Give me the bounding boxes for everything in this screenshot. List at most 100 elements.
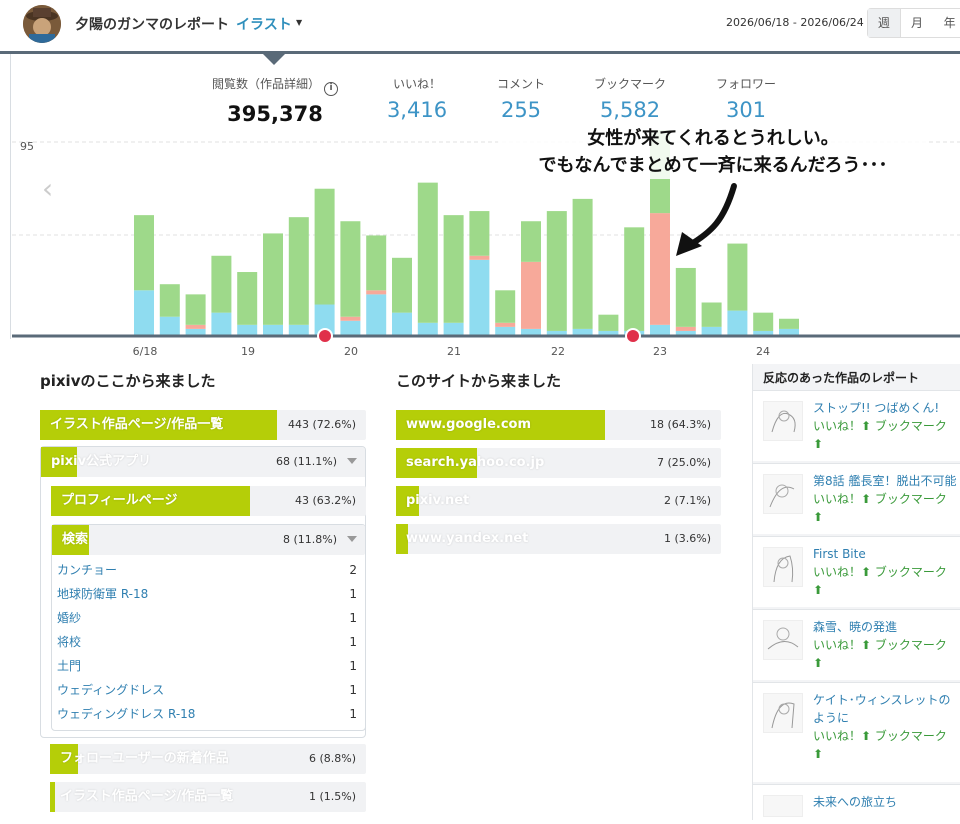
caret-down-icon[interactable]: [347, 458, 357, 464]
bar-segment-green: [263, 233, 283, 325]
bar-segment-green: [134, 215, 154, 291]
site-bar[interactable]: search.yahoo.co.jp 7 (25.0%): [396, 448, 721, 478]
bar-segment-blue: [701, 326, 722, 335]
list-item[interactable]: 地球防衛軍 R-18 1: [57, 582, 365, 606]
bar-segment-green: [521, 221, 541, 262]
work-title[interactable]: ストップ!! つばめくん!: [813, 399, 959, 417]
bar-segment-blue: [185, 328, 206, 335]
work-thumbnail[interactable]: [763, 620, 803, 660]
bar-segment-blue: [546, 330, 567, 335]
stat-label: いいね！: [392, 77, 441, 91]
divider: [10, 54, 11, 339]
referrer-bar[interactable]: イラスト作品ページ/作品一覧 443 (72.6%): [40, 410, 366, 440]
info-icon[interactable]: i: [324, 82, 338, 96]
bar-label: フォローユーザーの新着作品: [60, 751, 229, 766]
bar-segment-pink: [366, 290, 387, 295]
y-tick-label: 95: [20, 140, 34, 153]
keyword: 婚紗: [57, 611, 82, 625]
bar-label: イラスト作品ページ/作品一覧: [60, 789, 234, 804]
bar-segment-blue: [392, 312, 412, 335]
site-bar[interactable]: www.google.com 18 (64.3%): [396, 410, 721, 440]
bar-segment-blue: [495, 326, 516, 335]
bar-segment-green: [417, 182, 438, 323]
work-report-item[interactable]: 未来への旅立ち: [753, 784, 960, 824]
chevron-left-icon[interactable]: ‹: [42, 172, 53, 205]
bar-segment-pink: [340, 316, 361, 321]
bar-segment-green: [237, 272, 258, 325]
list-item[interactable]: ウェディングドレス 1: [57, 678, 365, 702]
stat-value: 395,378: [227, 102, 323, 126]
bar-segment-pink: [521, 261, 541, 329]
work-title[interactable]: 森雪、暁の発進: [813, 618, 959, 636]
work-title[interactable]: 未来への旅立ち: [813, 793, 959, 811]
work-thumbnail[interactable]: [763, 401, 803, 441]
bar-segment-blue: [727, 310, 748, 335]
bar-segment-green: [469, 211, 490, 256]
work-type-dropdown[interactable]: イラスト: [236, 14, 292, 34]
stat-value: 3,416: [386, 98, 448, 122]
bar-segment-green: [159, 284, 180, 317]
work-title[interactable]: 第8話 艦長室！脱出不可能: [813, 472, 959, 490]
work-stats: いいね！⬆ ブックマーク⬆: [813, 565, 947, 597]
active-stat-pointer: [263, 54, 285, 65]
work-thumbnail[interactable]: [763, 693, 803, 733]
work-title[interactable]: ケイト･ウィンスレットのように: [813, 691, 959, 727]
list-item[interactable]: 土門 1: [57, 654, 365, 678]
avatar[interactable]: [23, 5, 61, 43]
keyword-count: 2: [349, 563, 357, 577]
work-report-item[interactable]: 第8話 艦長室！脱出不可能 いいね！⬆ ブックマーク⬆: [753, 463, 960, 534]
bar-segment-green: [366, 235, 387, 291]
stat-followers[interactable]: フォロワー 301: [706, 75, 786, 122]
period-switch: 週 月 年: [867, 8, 960, 38]
work-thumbnail[interactable]: [763, 795, 803, 817]
list-item[interactable]: 将校 1: [57, 630, 365, 654]
stat-comments[interactable]: コメント 255: [485, 75, 557, 122]
stat-label: フォロワー: [715, 77, 776, 91]
period-week-tab[interactable]: 週: [868, 9, 901, 37]
x-tick-label: 23: [653, 345, 667, 358]
bar-value: 7 (25.0%): [656, 456, 711, 469]
site-bar[interactable]: pixiv.net 2 (7.1%): [396, 486, 721, 516]
app-children: プロフィールページ 43 (63.2%) 検索 8 (11.8%) カンチョー 2…: [41, 477, 366, 731]
caret-down-icon[interactable]: ▼: [296, 18, 302, 27]
event-marker: [625, 328, 641, 344]
site-referrers: このサイトから来ました www.google.com 18 (64.3%) se…: [396, 370, 721, 554]
bar-segment-blue: [675, 330, 696, 335]
work-title[interactable]: First Bite: [813, 545, 959, 563]
bar-segment-blue: [572, 328, 593, 335]
period-month-tab[interactable]: 月: [901, 9, 934, 37]
stat-label: ブックマーク: [593, 77, 666, 91]
keyword: カンチョー: [57, 563, 118, 577]
bar-value: 2 (7.1%): [663, 494, 711, 507]
referrer-bar[interactable]: プロフィールページ 43 (63.2%): [51, 486, 366, 516]
work-report-item[interactable]: ストップ!! つばめくん! いいね！⬆ ブックマーク⬆: [753, 390, 960, 461]
work-thumbnail[interactable]: [763, 474, 803, 514]
bar-segment-green: [546, 211, 567, 331]
list-item[interactable]: カンチョー 2: [57, 558, 365, 582]
referrer-bar[interactable]: フォローユーザーの新着作品 6 (8.8%): [50, 744, 366, 774]
list-item[interactable]: ウェディングドレス R-18 1: [57, 702, 365, 726]
stat-views[interactable]: 閲覧数（作品詳細） i 395,378: [205, 75, 345, 126]
period-year-tab[interactable]: 年: [933, 9, 960, 37]
bar-segment-blue: [340, 320, 361, 335]
work-report-item[interactable]: 森雪、暁の発進 いいね！⬆ ブックマーク⬆: [753, 609, 960, 680]
stat-likes[interactable]: いいね！ 3,416: [377, 75, 457, 122]
caret-down-icon[interactable]: [347, 536, 357, 542]
referrer-bar[interactable]: pixiv公式アプリ 68 (11.1%): [41, 447, 365, 477]
site-bar[interactable]: www.yandex.net 1 (3.6%): [396, 524, 721, 554]
section-title: pixivのここから来ました: [40, 372, 216, 390]
bar-segment-pink: [675, 326, 696, 331]
referrer-bar[interactable]: 検索 8 (11.8%): [52, 525, 365, 555]
work-report-item[interactable]: First Bite いいね！⬆ ブックマーク⬆: [753, 536, 960, 607]
bar-segment-green: [779, 318, 799, 329]
bar-segment-blue: [134, 290, 154, 335]
keyword-count: 1: [349, 635, 357, 649]
bar-segment-blue: [159, 316, 180, 335]
stat-bookmarks[interactable]: ブックマーク 5,582: [582, 75, 678, 122]
list-item[interactable]: 婚紗 1: [57, 606, 365, 630]
referrer-bar[interactable]: イラスト作品ページ/作品一覧 1 (1.5%): [50, 782, 366, 812]
bar-label: pixiv公式アプリ: [51, 454, 152, 469]
bar-segment-pink: [495, 322, 516, 327]
work-thumbnail[interactable]: [763, 547, 803, 587]
work-report-item[interactable]: ケイト･ウィンスレットのように いいね！⬆ ブックマーク⬆: [753, 682, 960, 782]
